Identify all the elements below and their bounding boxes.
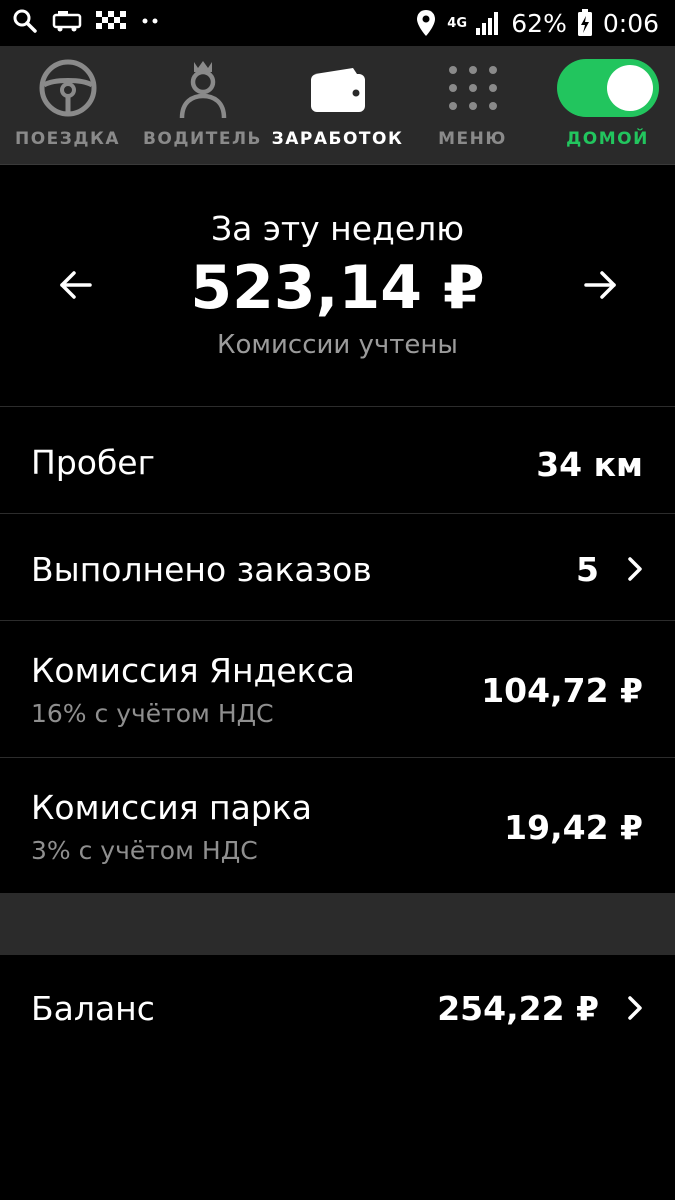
list-item-orders[interactable]: Выполнено заказов 5 (0, 513, 675, 620)
park-commission-rate: 3% с учётом НДС (31, 836, 258, 865)
orders-label: Выполнено заказов (31, 550, 372, 589)
clock: 0:06 (602, 8, 659, 38)
week-title: За эту неделю (210, 209, 465, 248)
driver-crown-icon (179, 61, 226, 119)
commissions-note: Комиссии учтены (217, 330, 458, 360)
tab-trip[interactable]: ПОЕЗДКА (0, 46, 135, 164)
mileage-label: Пробег (31, 443, 155, 482)
battery-percent: 62% (511, 8, 567, 38)
yandex-commission-value: 104,72 ₽ (481, 671, 643, 710)
orders-value: 5 (576, 550, 599, 589)
battery-charging-icon (577, 9, 592, 36)
tab-home-label: ДОМОЙ (566, 129, 649, 149)
tab-menu[interactable]: МЕНЮ (405, 46, 540, 164)
list-item-mileage: Пробег 34 км (0, 406, 675, 513)
taxi-checker-icon (96, 11, 126, 29)
weekly-summary: За эту неделю 523,14 ₽ Комиссии учтены (0, 165, 675, 405)
top-navigation: ПОЕЗДКА ВОДИТЕЛЬ ЗАРАБОТОК МЕНЮ ДОМОЙ (0, 46, 675, 165)
list-item-park-commission: Комиссия парка 3% с учётом НДС 19,42 ₽ (0, 757, 675, 894)
tab-trip-label: ПОЕЗДКА (14, 129, 121, 149)
location-pin-icon (417, 10, 436, 36)
park-commission-value: 19,42 ₽ (504, 808, 643, 847)
yandex-commission-label: Комиссия Яндекса (31, 651, 355, 690)
chevron-right-icon (628, 996, 642, 1020)
notification-dots-icon (142, 18, 158, 24)
tab-menu-label: МЕНЮ (438, 129, 507, 149)
wallet-icon (310, 68, 365, 112)
list-item-balance[interactable]: Баланс 254,22 ₽ (0, 955, 675, 1061)
tab-driver[interactable]: ВОДИТЕЛЬ (135, 46, 270, 164)
balance-label: Баланс (31, 989, 155, 1028)
week-total-amount: 523,14 ₽ (190, 253, 485, 323)
yandex-commission-rate: 16% с учётом НДС (31, 699, 274, 728)
tab-earnings[interactable]: ЗАРАБОТОК (270, 46, 405, 164)
chevron-right-icon (628, 557, 642, 581)
next-week-arrow-icon[interactable] (580, 265, 620, 305)
list-item-yandex-commission: Комиссия Яндекса 16% с учётом НДС 104,72… (0, 620, 675, 757)
home-toggle-switch[interactable] (556, 58, 660, 118)
grid-dots-icon (448, 66, 497, 110)
status-bar-right: 4G 62% 0:06 (415, 6, 659, 40)
tab-driver-label: ВОДИТЕЛЬ (142, 129, 263, 149)
mileage-value: 34 км (536, 445, 643, 484)
search-icon (13, 9, 37, 33)
status-bar: 4G 62% 0:06 (0, 0, 675, 46)
network-type: 4G (447, 15, 467, 31)
tab-earnings-label: ЗАРАБОТОК (271, 129, 404, 149)
status-bar-left (12, 8, 162, 34)
section-divider (0, 893, 675, 955)
taxi-car-icon (52, 11, 82, 32)
balance-value: 254,22 ₽ (437, 989, 599, 1028)
park-commission-label: Комиссия парка (31, 788, 312, 827)
tab-home[interactable]: ДОМОЙ (540, 46, 675, 164)
steering-wheel-icon (39, 59, 96, 117)
signal-bars-icon (476, 12, 499, 35)
